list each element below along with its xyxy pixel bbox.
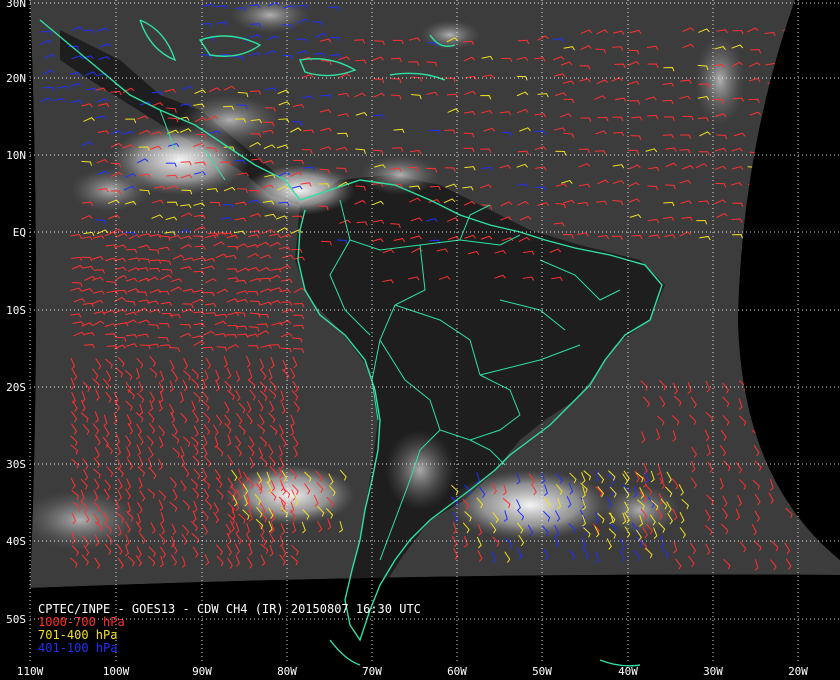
lon-label: 100W — [103, 665, 130, 678]
legend-high: 401-100 hPa — [38, 641, 118, 655]
lat-label: 20N — [6, 72, 26, 85]
lon-label: 50W — [532, 665, 552, 678]
map-caption-block: CPTEC/INPE - GOES13 - CDW CH4 (IR) 20150… — [38, 603, 421, 655]
lat-label: 30N — [6, 0, 26, 10]
lon-label: 70W — [362, 665, 382, 678]
lat-label: 10N — [6, 149, 26, 162]
lat-label: 10S — [6, 304, 26, 317]
lat-label: 50S — [6, 613, 26, 626]
lat-label: 40S — [6, 535, 26, 548]
lon-label: 30W — [703, 665, 723, 678]
lon-label: 80W — [277, 665, 297, 678]
lat-label: 20S — [6, 381, 26, 394]
lon-label: 40W — [618, 665, 638, 678]
lat-label: 30S — [6, 458, 26, 471]
lat-label: EQ — [13, 226, 26, 239]
lon-label: 60W — [447, 665, 467, 678]
lon-label: 110W — [17, 665, 44, 678]
lon-label: 90W — [192, 665, 212, 678]
lon-label: 20W — [788, 665, 808, 678]
satellite-wind-map: 30N 20N 10N EQ 10S 20S 30S 40S 50S 110W 100W 90W 80… — [0, 0, 840, 680]
